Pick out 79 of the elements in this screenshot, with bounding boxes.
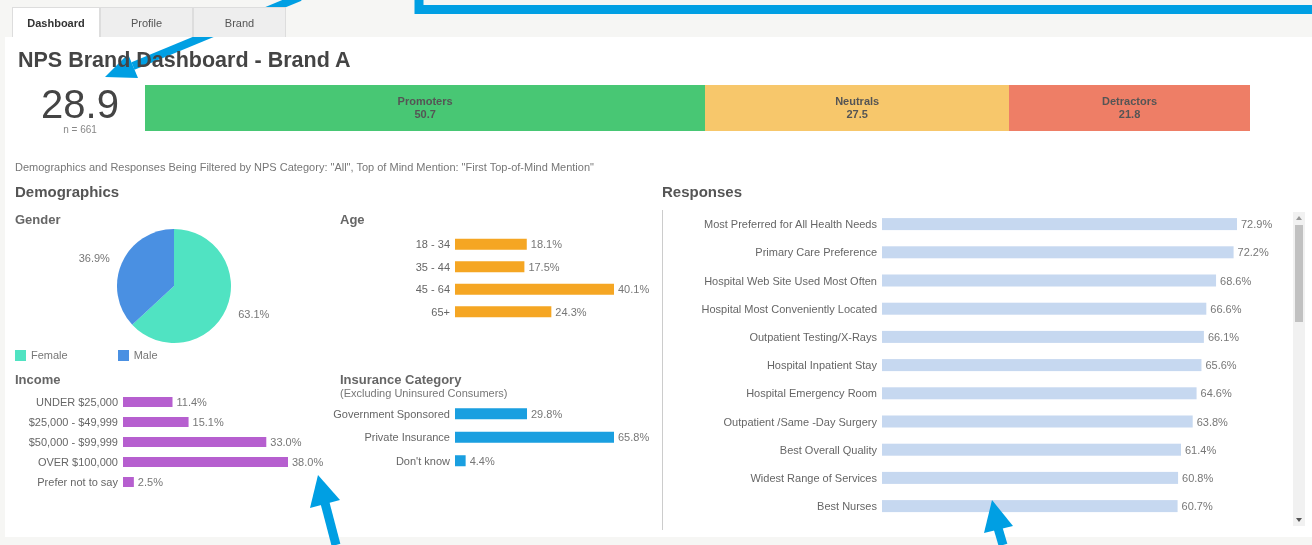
value-label: 64.6% bbox=[1200, 387, 1232, 400]
annotation-arrow bbox=[310, 475, 341, 545]
value-label: 17.5% bbox=[528, 260, 560, 273]
category-label: Private Insurance bbox=[364, 431, 450, 444]
segment-label: Promoters bbox=[397, 95, 453, 108]
value-label: 60.8% bbox=[1182, 471, 1214, 484]
category-label: Widest Range of Services bbox=[750, 471, 877, 484]
value-label: 66.1% bbox=[1207, 330, 1240, 343]
value-label: 24.3% bbox=[555, 305, 587, 318]
category-label: UNDER $25,000 bbox=[36, 396, 118, 408]
segment-label: Neutrals bbox=[835, 95, 880, 108]
value-label: 40.1% bbox=[618, 283, 650, 296]
tab[interactable]: Profile bbox=[100, 7, 193, 37]
category-label: Primary Care Preference bbox=[755, 246, 877, 259]
value-label: 11.4% bbox=[176, 396, 207, 408]
sample-size: n = 661 bbox=[63, 124, 97, 136]
bar bbox=[123, 397, 173, 407]
value-label: 36.9% bbox=[78, 252, 110, 264]
nps-score: 28.9 bbox=[41, 85, 119, 123]
value-label: 68.6% bbox=[1220, 274, 1252, 287]
section-heading: Responses bbox=[662, 183, 744, 201]
segment-label: Detractors bbox=[1102, 95, 1158, 108]
category-label: Prefer not to say bbox=[37, 476, 118, 488]
category-label: 35 - 44 bbox=[415, 260, 450, 273]
category-label: 45 - 64 bbox=[415, 283, 450, 296]
category-label: Hospital Web Site Used Most Often bbox=[704, 274, 877, 287]
value-label: 72.2% bbox=[1237, 246, 1269, 259]
value-label: 38.0% bbox=[292, 456, 324, 468]
value-label: 29.8% bbox=[531, 407, 563, 420]
category-label: Hospital Inpatient Stay bbox=[766, 359, 877, 372]
filter-note: Demographics and Responses Being Filtered by NPS Category: "All", Top of Mind Mention: "First Top-of-Mind Mention" bbox=[15, 160, 595, 174]
category-label: $25,000 - $49,999 bbox=[28, 416, 118, 428]
bar bbox=[123, 417, 189, 427]
value-label: 63.1% bbox=[238, 308, 270, 320]
category-label: Hospital Emergency Room bbox=[746, 387, 877, 400]
scrollbar[interactable] bbox=[1293, 212, 1305, 526]
category-label: $50,000 - $99,999 bbox=[28, 436, 118, 448]
chart-title: Gender bbox=[15, 212, 62, 227]
category-label: 65+ bbox=[431, 305, 450, 318]
bar bbox=[455, 238, 527, 250]
value-label: 33.0% bbox=[270, 436, 302, 448]
category-label: Don't know bbox=[395, 454, 450, 467]
value-label: 60.7% bbox=[1181, 500, 1213, 513]
bar bbox=[455, 408, 527, 420]
category-label: Best Overall Quality bbox=[779, 443, 877, 456]
segment-value: 27.5 bbox=[846, 108, 868, 121]
category-label: Hospital Most Conveniently Located bbox=[701, 302, 877, 315]
legend-label: Female bbox=[31, 349, 68, 362]
segment-value: 21.8 bbox=[1118, 108, 1141, 121]
value-label: 61.4% bbox=[1185, 443, 1217, 456]
value-label: 72.9% bbox=[1241, 218, 1273, 231]
value-label: 63.8% bbox=[1196, 415, 1228, 428]
chart-title: Insurance Category bbox=[340, 372, 463, 387]
value-label: 2.5% bbox=[137, 476, 163, 488]
tab[interactable]: Brand bbox=[193, 7, 286, 37]
bar bbox=[455, 455, 466, 467]
category-label: Government Sponsored bbox=[333, 407, 450, 420]
value-label: 18.1% bbox=[530, 238, 562, 251]
section-heading: Demographics bbox=[15, 183, 121, 201]
category-label: Best Nurses bbox=[817, 500, 877, 513]
segment-value: 50.7 bbox=[414, 108, 436, 121]
value-label: 15.1% bbox=[192, 416, 224, 428]
tab[interactable]: Dashboard bbox=[12, 7, 100, 37]
bar bbox=[455, 261, 525, 273]
value-label: 65.6% bbox=[1205, 359, 1237, 372]
chart-subtitle: (Excluding Uninsured Consumers) bbox=[340, 387, 509, 400]
category-label: Most Preferred for All Health Needs bbox=[703, 218, 877, 231]
chart-title: Income bbox=[15, 372, 62, 387]
category-label: OVER $100,000 bbox=[37, 456, 118, 468]
chart-title: Age bbox=[340, 212, 366, 227]
category-label: Outpatient /Same -Day Surgery bbox=[723, 415, 877, 428]
category-label: Outpatient Testing/X-Rays bbox=[749, 330, 877, 343]
value-label: 4.4% bbox=[469, 454, 495, 467]
legend-label: Male bbox=[133, 349, 158, 362]
category-label: 18 - 34 bbox=[415, 238, 450, 251]
value-label: 65.8% bbox=[618, 431, 650, 444]
annotation-arrow bbox=[984, 500, 1013, 545]
value-label: 66.6% bbox=[1210, 302, 1242, 315]
bar bbox=[123, 477, 134, 487]
